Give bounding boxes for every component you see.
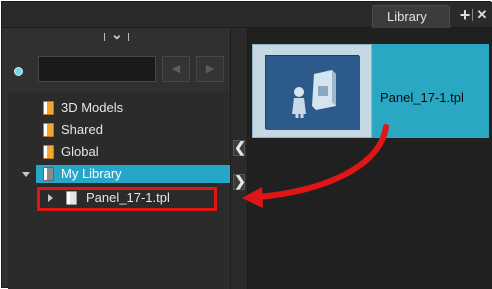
expand-arrow-icon[interactable] [22, 172, 30, 177]
tree-item-label: Shared [61, 122, 103, 137]
library-folder-icon [43, 167, 54, 181]
forward-button[interactable]: ▶ [196, 56, 224, 82]
tree-item-3d-models[interactable]: 3D Models [8, 99, 230, 117]
title-separator [472, 9, 473, 21]
back-button[interactable]: ◀ [162, 56, 190, 82]
search-icon [14, 67, 23, 76]
chevron-right-icon: ❯ [234, 173, 246, 189]
chevron-down-icon[interactable]: ⌄ [111, 26, 123, 43]
library-window: Library + ✕ ⌄ ◀ ▶ 3D Models Shared Globa… [1, 1, 492, 289]
template-thumbnail [265, 55, 360, 130]
tree-item-label: 3D Models [61, 100, 124, 115]
chevron-left-icon: ❮ [234, 139, 246, 155]
splitter-bar-left [104, 33, 105, 41]
tree-item-label: My Library [61, 166, 122, 181]
panel-splitter[interactable]: ❮ ❯ [230, 28, 248, 289]
close-panel-button[interactable]: ✕ [475, 6, 489, 24]
panel-title-bar: Library + ✕ [2, 2, 492, 28]
thumbnail-figures-image [266, 56, 360, 130]
tree-item-shared[interactable]: Shared [8, 121, 230, 139]
library-folder-icon [43, 101, 54, 115]
library-folder-icon [43, 145, 54, 159]
collapse-left-button[interactable]: ❮ [233, 139, 246, 156]
tab-library[interactable]: Library [372, 5, 450, 28]
splitter-bar-right [128, 33, 129, 41]
tree-item-my-library[interactable]: My Library [36, 165, 230, 183]
expand-right-button[interactable]: ❯ [233, 173, 246, 190]
library-folder-icon [43, 123, 54, 137]
tree-item-label: Global [61, 144, 99, 159]
tree-item-global[interactable]: Global [8, 143, 230, 161]
template-tile-label: Panel_17-1.tpl [380, 90, 464, 105]
thumbnail-frame [252, 44, 372, 138]
callout-highlight-box [37, 187, 217, 211]
vertical-splitter-handle[interactable]: ⌄ [102, 26, 142, 42]
library-content-view: Panel_17-1.tpl [248, 28, 492, 289]
add-view-button[interactable]: + [458, 6, 472, 24]
search-input[interactable] [38, 56, 156, 82]
template-tile[interactable]: Panel_17-1.tpl [252, 44, 489, 138]
library-tree-panel: ⌄ ◀ ▶ 3D Models Shared Global My Library [8, 26, 230, 289]
